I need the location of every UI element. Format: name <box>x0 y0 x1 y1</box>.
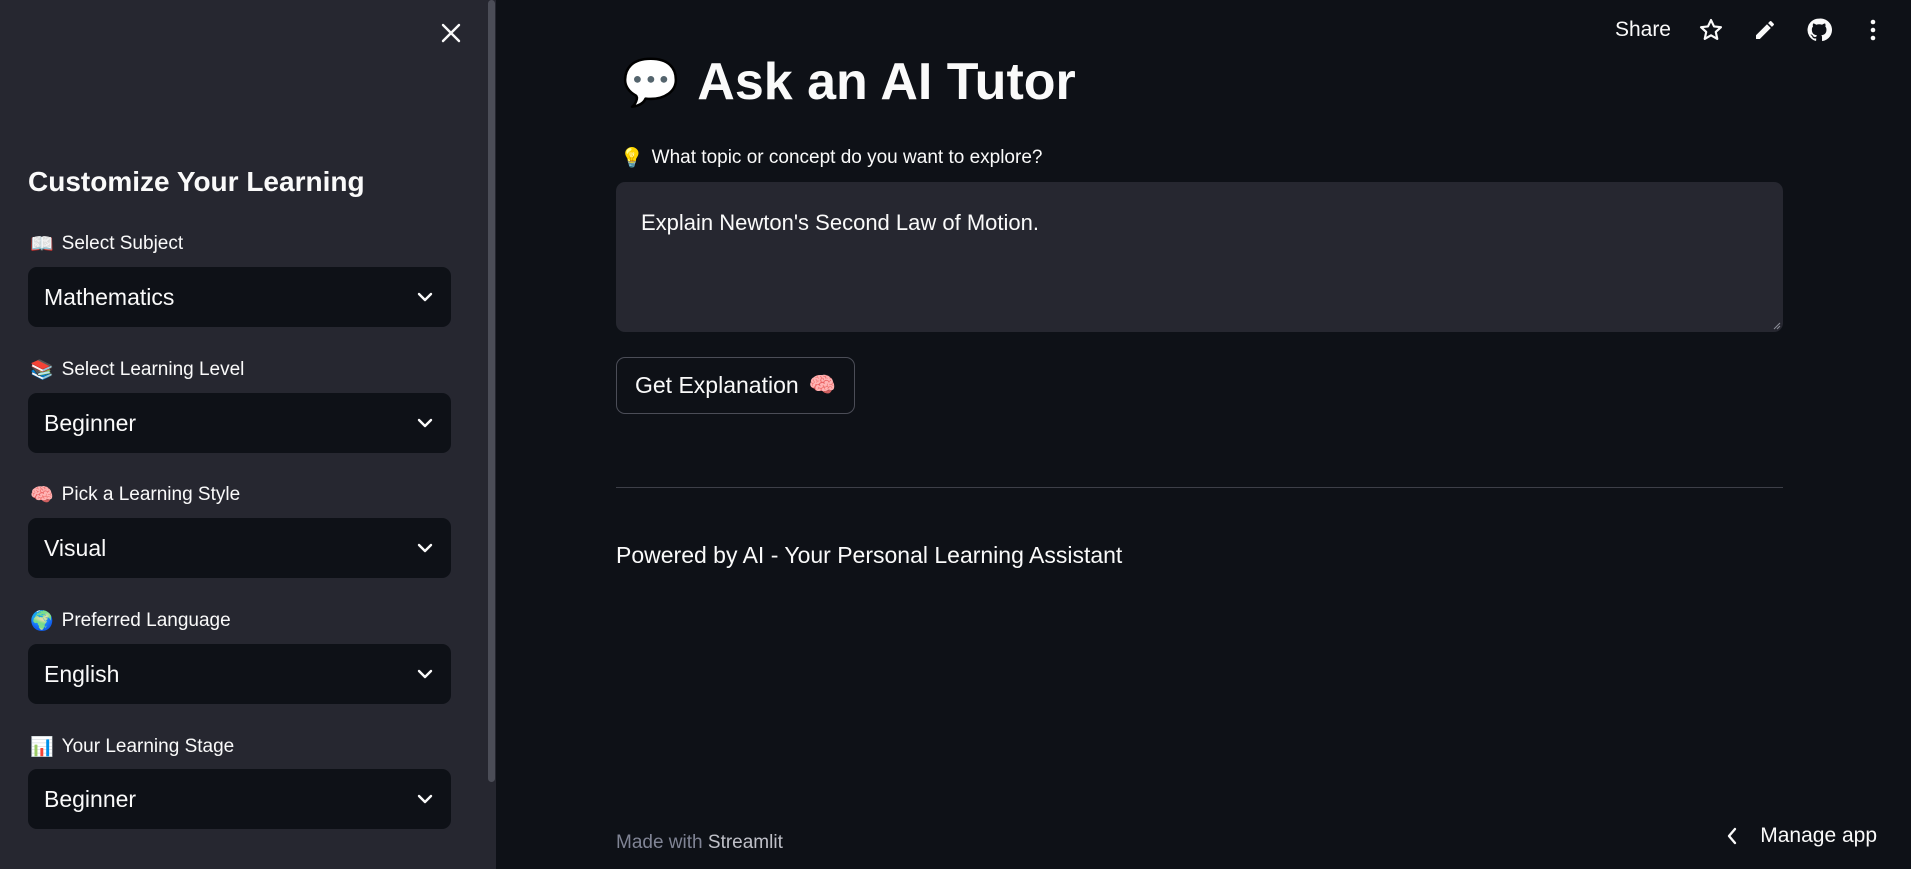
chevron-left-icon <box>1728 827 1737 845</box>
star-button[interactable] <box>1697 16 1725 44</box>
chevron-down-icon <box>417 543 433 553</box>
share-button[interactable]: Share <box>1615 18 1671 42</box>
language-label: 🌍 Preferred Language <box>30 609 231 633</box>
brain-icon: 🧠 <box>808 373 837 398</box>
chevron-down-icon <box>417 418 433 428</box>
learning-stage-select[interactable]: Beginner <box>28 769 451 829</box>
github-button[interactable] <box>1805 16 1833 44</box>
speech-bubble-icon: 💬 <box>622 54 680 109</box>
page-title: 💬 Ask an AI Tutor <box>622 52 1076 112</box>
edit-button[interactable] <box>1751 16 1779 44</box>
learning-stage-label: 📊 Your Learning Stage <box>30 735 235 759</box>
learning-style-select[interactable]: Visual <box>28 518 451 578</box>
star-icon <box>1699 18 1723 40</box>
resize-handle-icon[interactable] <box>1771 320 1781 330</box>
globe-icon: 🌍 <box>30 610 54 632</box>
close-sidebar-button[interactable] <box>436 18 466 48</box>
lightbulb-icon: 💡 <box>620 147 644 169</box>
bar-chart-icon: 📊 <box>30 736 54 758</box>
manage-app-button[interactable]: Manage app <box>1726 824 1877 848</box>
divider <box>616 487 1783 488</box>
more-menu-button[interactable] <box>1859 16 1887 44</box>
chevron-down-icon <box>417 669 433 679</box>
book-icon: 📖 <box>30 233 54 255</box>
learning-style-label: 🧠 Pick a Learning Style <box>30 483 241 507</box>
topic-textarea[interactable]: Explain Newton's Second Law of Motion. <box>616 182 1783 332</box>
topic-label: 💡 What topic or concept do you want to e… <box>620 146 1043 170</box>
get-explanation-button[interactable]: Get Explanation 🧠 <box>616 357 856 414</box>
sidebar: Customize Your Learning 📖 Select Subject… <box>0 0 496 869</box>
subject-select[interactable]: Mathematics <box>28 267 451 327</box>
books-icon: 📚 <box>30 359 54 381</box>
streamlit-link[interactable]: Streamlit <box>708 832 783 853</box>
more-vertical-icon <box>1870 19 1876 41</box>
sidebar-title: Customize Your Learning <box>28 166 365 197</box>
subject-label: 📖 Select Subject <box>30 232 184 256</box>
close-icon <box>441 23 461 43</box>
scrollbar-thumb[interactable] <box>488 0 495 782</box>
learning-level-select[interactable]: Beginner <box>28 393 451 453</box>
sidebar-scrollbar[interactable] <box>487 0 496 782</box>
page-title-text: Ask an AI Tutor <box>697 53 1076 111</box>
github-icon <box>1807 18 1832 42</box>
made-with-streamlit[interactable]: Made with Streamlit <box>616 832 783 854</box>
learning-level-label: 📚 Select Learning Level <box>30 358 245 382</box>
chevron-down-icon <box>417 292 433 302</box>
brain-icon: 🧠 <box>30 484 54 506</box>
powered-by-text: Powered by AI - Your Personal Learning A… <box>616 542 1123 568</box>
chevron-down-icon <box>417 794 433 804</box>
language-select[interactable]: English <box>28 644 451 704</box>
pencil-icon <box>1756 21 1774 39</box>
app-toolbar: Share <box>1615 14 1887 46</box>
